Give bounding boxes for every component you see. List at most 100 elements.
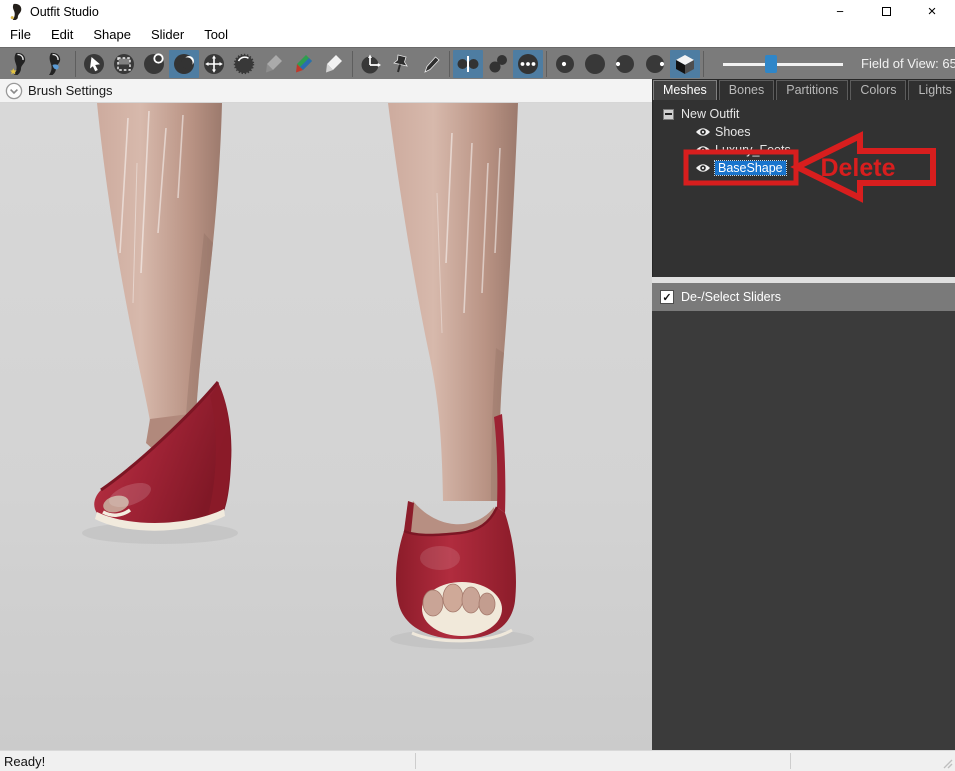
close-button[interactable]: × — [909, 0, 955, 23]
tab-meshes[interactable]: Meshes — [653, 80, 717, 100]
view-plain-button[interactable] — [580, 50, 610, 78]
tab-partitions[interactable]: Partitions — [776, 80, 848, 100]
alpha-brush-icon — [322, 52, 346, 76]
close-icon: × — [928, 3, 937, 20]
slider-thumb[interactable] — [765, 55, 777, 73]
right-panel: Meshes Bones Partitions Colors Lights Ne… — [652, 79, 955, 750]
new-project-button[interactable] — [2, 50, 37, 78]
global-brush-collision-button[interactable] — [513, 50, 543, 78]
maximize-button[interactable] — [863, 0, 909, 23]
view-dot-center-icon — [553, 52, 577, 76]
deflate-brush-button[interactable] — [169, 50, 199, 78]
toolbar-separator — [546, 51, 547, 77]
brush-settings-header[interactable]: Brush Settings — [0, 79, 652, 103]
alpha-brush-button[interactable] — [319, 50, 349, 78]
inflate-brush-button[interactable] — [139, 50, 169, 78]
menu-slider[interactable]: Slider — [141, 23, 194, 47]
status-separator — [790, 753, 791, 769]
status-separator — [415, 753, 416, 769]
tree-item-label: Luxury_Feets — [715, 143, 791, 157]
perspective-cube-button[interactable] — [670, 50, 700, 78]
select-tool-button[interactable] — [79, 50, 109, 78]
tab-lights[interactable]: Lights — [908, 80, 955, 100]
edit-pen-tool-button[interactable] — [416, 50, 446, 78]
connected-only-icon — [486, 52, 510, 76]
color-brush-button[interactable] — [289, 50, 319, 78]
deselect-sliders-bar: ✓ De-/Select Sliders — [652, 283, 955, 311]
eye-visibility-icon[interactable] — [695, 126, 711, 138]
minimize-icon: − — [836, 4, 844, 19]
window-title: Outfit Studio — [30, 5, 99, 19]
connected-only-button[interactable] — [483, 50, 513, 78]
global-brush-collision-icon — [516, 52, 540, 76]
smooth-brush-icon — [232, 52, 256, 76]
deselect-sliders-label: De-/Select Sliders — [681, 290, 781, 304]
tree-item-baseshape[interactable]: BaseShape — [653, 159, 955, 177]
view-dot-right-button[interactable] — [640, 50, 670, 78]
move-brush-icon — [202, 52, 226, 76]
transform-tool-button[interactable] — [356, 50, 386, 78]
menu-file[interactable]: File — [0, 23, 41, 47]
transform-tool-icon — [359, 52, 383, 76]
render-legs-shoes — [0, 103, 652, 750]
eye-visibility-icon[interactable] — [695, 144, 711, 156]
pin-tool-button[interactable] — [386, 50, 416, 78]
x-mirror-button[interactable] — [453, 50, 483, 78]
edit-pen-tool-icon — [419, 52, 443, 76]
mask-brush-button[interactable] — [109, 50, 139, 78]
load-project-button[interactable] — [37, 50, 72, 78]
app-logo-icon — [8, 3, 23, 20]
toolbar-separator — [703, 51, 704, 77]
meshes-tree: New Outfit Shoes Luxury_Feets BaseShape — [652, 100, 955, 277]
x-mirror-icon — [456, 52, 480, 76]
tab-bones[interactable]: Bones — [719, 80, 774, 100]
load-project-icon — [43, 52, 67, 76]
resize-grip[interactable] — [941, 757, 954, 770]
menu-tool[interactable]: Tool — [194, 23, 238, 47]
minimize-button[interactable]: − — [817, 0, 863, 23]
new-project-icon — [8, 52, 32, 76]
viewport-3d[interactable] — [0, 103, 652, 750]
eye-visibility-icon[interactable] — [695, 162, 711, 174]
collapse-expander-icon[interactable] — [663, 109, 674, 120]
tree-item-new-outfit[interactable]: New Outfit — [653, 105, 955, 123]
select-tool-icon — [82, 52, 106, 76]
deselect-sliders-checkbox[interactable]: ✓ — [660, 290, 674, 304]
tree-item-shoes[interactable]: Shoes — [653, 123, 955, 141]
status-bar: Ready! — [0, 750, 955, 771]
color-brush-icon — [292, 52, 316, 76]
perspective-cube-icon — [673, 52, 697, 76]
mask-brush-icon — [112, 52, 136, 76]
toolbar: Field of View: 65 — [0, 47, 955, 79]
tree-item-luxury-feets[interactable]: Luxury_Feets — [653, 141, 955, 159]
mesh-tab-bar: Meshes Bones Partitions Colors Lights — [652, 79, 955, 100]
move-brush-button[interactable] — [199, 50, 229, 78]
menu-edit[interactable]: Edit — [41, 23, 83, 47]
view-dot-left-button[interactable] — [610, 50, 640, 78]
menu-shape[interactable]: Shape — [83, 23, 141, 47]
view-dot-right-icon — [643, 52, 667, 76]
maximize-icon — [882, 7, 891, 16]
tab-colors[interactable]: Colors — [850, 80, 906, 100]
status-text: Ready! — [0, 754, 45, 769]
tree-item-label-selected: BaseShape — [715, 161, 786, 175]
weight-brush-button[interactable] — [259, 50, 289, 78]
view-dot-left-icon — [613, 52, 637, 76]
toolbar-separator — [352, 51, 353, 77]
view-dot-center-button[interactable] — [550, 50, 580, 78]
tree-root-label: New Outfit — [681, 107, 739, 121]
field-of-view-slider[interactable] — [723, 54, 843, 74]
slider-track — [723, 63, 843, 66]
pin-tool-icon — [389, 52, 413, 76]
inflate-brush-icon — [142, 52, 166, 76]
collapse-chevron-icon — [5, 82, 23, 100]
smooth-brush-button[interactable] — [229, 50, 259, 78]
weight-brush-icon — [262, 52, 286, 76]
tree-item-label: Shoes — [715, 125, 750, 139]
deflate-brush-icon — [172, 52, 196, 76]
menu-bar: File Edit Shape Slider Tool — [0, 23, 955, 47]
sliders-panel[interactable] — [652, 311, 955, 750]
left-panel: Brush Settings — [0, 79, 652, 750]
toolbar-separator — [75, 51, 76, 77]
left-leg-mesh — [97, 103, 222, 421]
